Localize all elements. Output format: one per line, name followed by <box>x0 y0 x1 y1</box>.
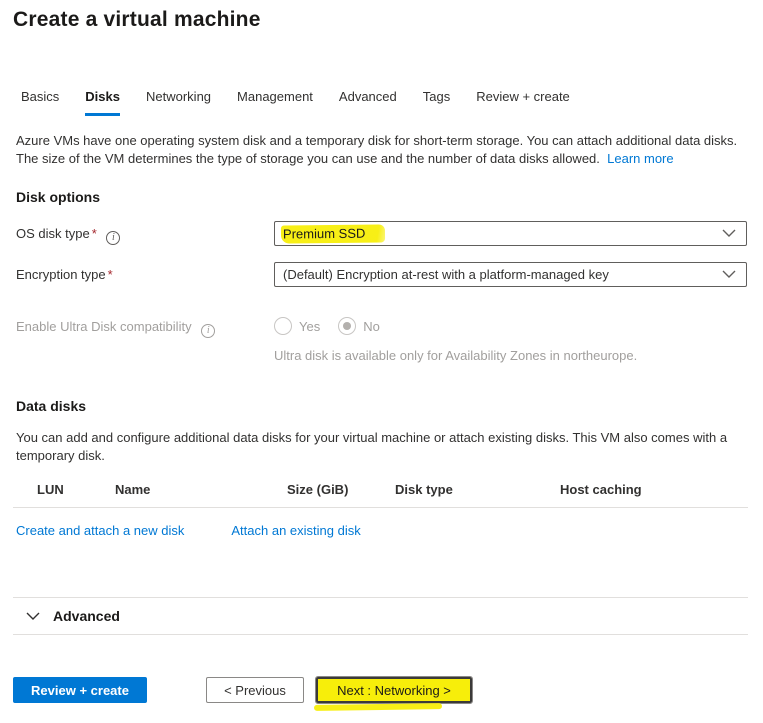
radio-yes[interactable]: Yes <box>274 317 320 335</box>
ultra-disk-radio-group: Yes No <box>274 314 637 335</box>
os-disk-type-row: OS disk type* i Premium SSD <box>13 221 748 246</box>
radio-no-label: No <box>363 319 380 334</box>
divider <box>13 634 748 635</box>
encryption-type-dropdown[interactable]: (Default) Encryption at-rest with a plat… <box>274 262 747 287</box>
required-asterisk: * <box>92 226 97 241</box>
advanced-section-toggle[interactable]: Advanced <box>13 598 748 634</box>
column-header-size: Size (GiB) <box>287 482 395 497</box>
tab-review-create[interactable]: Review + create <box>476 89 570 116</box>
encryption-type-label-text: Encryption type <box>16 267 106 282</box>
attach-existing-disk-link[interactable]: Attach an existing disk <box>231 523 360 538</box>
review-create-button[interactable]: Review + create <box>13 677 147 703</box>
ultra-disk-row: Enable Ultra Disk compatibility i Yes No… <box>13 314 748 364</box>
wizard-tabs: Basics Disks Networking Management Advan… <box>13 89 748 116</box>
disks-tab-page: Create a virtual machine Basics Disks Ne… <box>0 0 763 635</box>
os-disk-type-label: OS disk type* i <box>16 221 274 245</box>
intro-text: Azure VMs have one operating system disk… <box>13 132 748 168</box>
ultra-disk-label: Enable Ultra Disk compatibility i <box>16 314 274 338</box>
chevron-down-icon <box>26 611 40 621</box>
encryption-type-label: Encryption type* <box>16 262 274 282</box>
advanced-section-label: Advanced <box>53 608 120 624</box>
tab-tags[interactable]: Tags <box>423 89 450 116</box>
data-disks-table-header: LUN Name Size (GiB) Disk type Host cachi… <box>13 482 748 508</box>
ultra-disk-control: Yes No Ultra disk is available only for … <box>274 314 637 364</box>
column-header-name: Name <box>115 482 287 497</box>
os-disk-type-value: Premium SSD <box>281 224 386 243</box>
learn-more-link[interactable]: Learn more <box>607 151 673 166</box>
info-icon[interactable]: i <box>106 231 120 245</box>
chevron-down-icon <box>722 269 736 279</box>
os-disk-type-dropdown[interactable]: Premium SSD <box>274 221 747 246</box>
os-disk-type-label-text: OS disk type <box>16 226 90 241</box>
column-header-host-caching: Host caching <box>560 482 748 497</box>
radio-circle-unselected <box>274 317 292 335</box>
previous-button[interactable]: < Previous <box>206 677 304 703</box>
wizard-footer: Review + create < Previous Next : Networ… <box>13 677 750 703</box>
next-networking-button[interactable]: Next : Networking > <box>316 677 472 703</box>
radio-no[interactable]: No <box>338 317 380 335</box>
disk-options-heading: Disk options <box>13 189 748 205</box>
encryption-type-row: Encryption type* (Default) Encryption at… <box>13 262 748 287</box>
create-attach-new-disk-link[interactable]: Create and attach a new disk <box>16 523 184 538</box>
tab-networking[interactable]: Networking <box>146 89 211 116</box>
tab-management[interactable]: Management <box>237 89 313 116</box>
radio-circle-selected <box>338 317 356 335</box>
required-asterisk: * <box>108 267 113 282</box>
column-header-disk-type: Disk type <box>395 482 560 497</box>
tab-advanced[interactable]: Advanced <box>339 89 397 116</box>
tab-disks[interactable]: Disks <box>85 89 120 116</box>
chevron-down-icon <box>722 228 736 238</box>
encryption-type-value: (Default) Encryption at-rest with a plat… <box>283 267 609 282</box>
info-icon[interactable]: i <box>201 324 215 338</box>
data-disks-heading: Data disks <box>13 398 748 414</box>
data-disks-links: Create and attach a new disk Attach an e… <box>13 523 748 538</box>
data-disks-description: You can add and configure additional dat… <box>13 429 748 465</box>
ultra-disk-helper-text: Ultra disk is available only for Availab… <box>274 347 637 364</box>
radio-yes-label: Yes <box>299 319 320 334</box>
ultra-disk-label-text: Enable Ultra Disk compatibility <box>16 319 192 334</box>
tab-basics[interactable]: Basics <box>21 89 59 116</box>
page-title: Create a virtual machine <box>13 8 748 32</box>
column-header-lun: LUN <box>37 482 115 497</box>
